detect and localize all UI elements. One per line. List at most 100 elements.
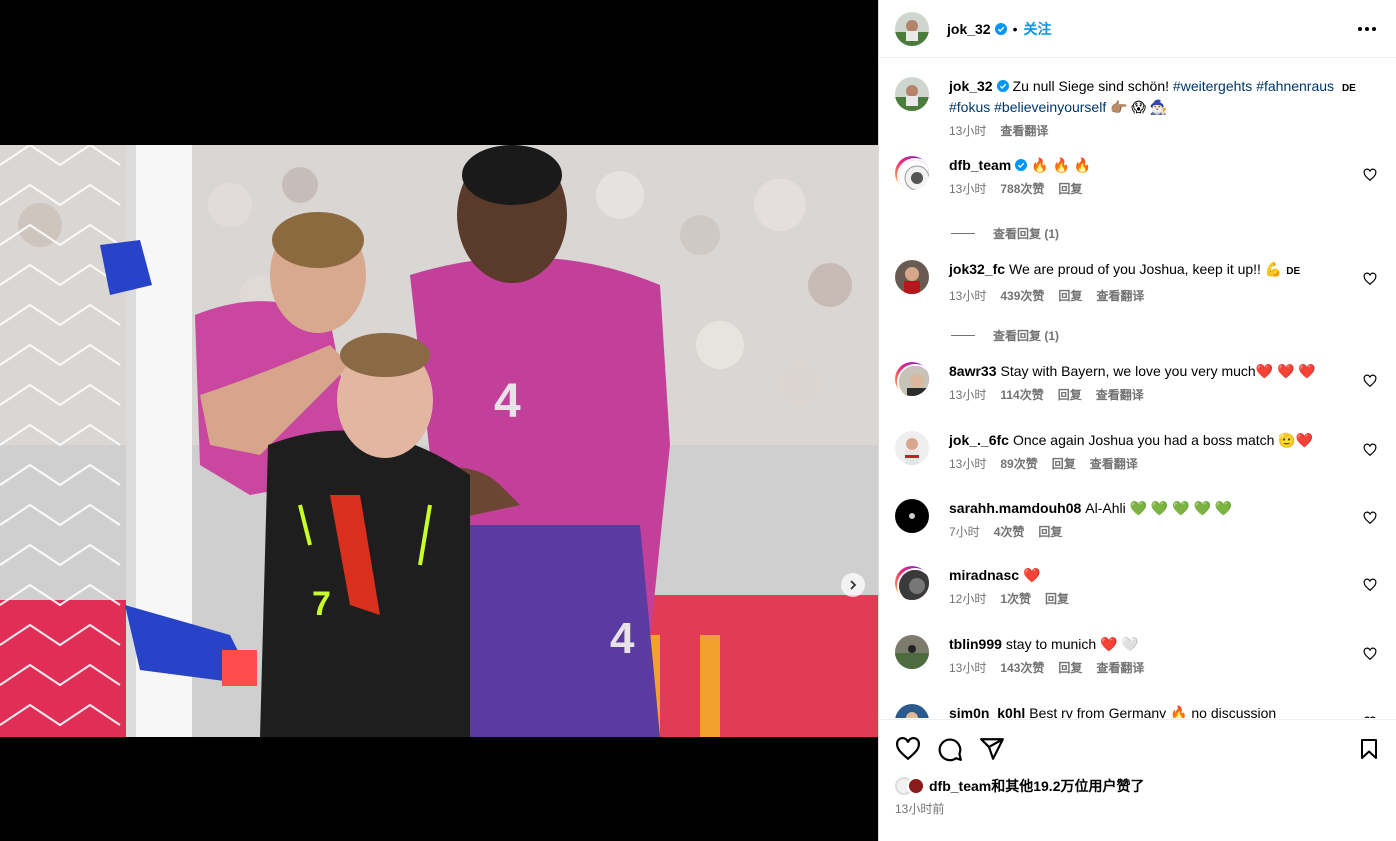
caption-emoji: 👉🏽 😱 🧙🏻‍♂️ xyxy=(1110,99,1168,115)
comment-username[interactable]: miradnasc xyxy=(949,567,1019,583)
caption-time: 13小时 xyxy=(949,124,987,138)
comment-item: jok_._6fc Once again Joshua you had a bos… xyxy=(895,431,1385,472)
author-avatar[interactable] xyxy=(895,11,929,46)
comment-likes[interactable]: 4次赞 xyxy=(994,523,1025,540)
photo-illustration: 4 4 7 xyxy=(0,145,878,737)
save-button[interactable] xyxy=(1357,737,1381,761)
language-badge: DE xyxy=(1341,83,1356,94)
translate-link[interactable]: 查看翻译 xyxy=(1096,287,1144,304)
comment-item: jok32_fc We are proud of you Joshua, keep… xyxy=(895,260,1385,304)
comment-heart-icon[interactable] xyxy=(1363,511,1377,525)
comment-item: miradnasc ❤️ 12小时 1次赞 回复 xyxy=(895,566,1385,607)
comment-time: 13小时 xyxy=(949,388,987,402)
translate-link[interactable]: 查看翻译 xyxy=(1000,122,1048,139)
svg-text:4: 4 xyxy=(494,375,521,428)
comment-text: We are proud of you Joshua, keep it up!!… xyxy=(1009,261,1283,277)
translate-link[interactable]: 查看翻译 xyxy=(1096,659,1144,676)
comment-likes[interactable]: 1次赞 xyxy=(1000,590,1031,607)
view-replies-button[interactable]: 查看回复 (1) xyxy=(951,225,1059,242)
commenter-avatar[interactable] xyxy=(895,499,929,533)
comment-text: ❤️ xyxy=(1023,567,1041,583)
commenter-avatar[interactable] xyxy=(895,704,929,718)
author-username[interactable]: jok_32 xyxy=(947,21,991,37)
reply-button[interactable]: 回复 xyxy=(1045,590,1069,607)
commenter-avatar[interactable] xyxy=(895,156,929,190)
comment-username[interactable]: sarahh.mamdouh08 xyxy=(949,500,1081,516)
follow-button[interactable]: 关注 xyxy=(1024,19,1052,39)
caption-username[interactable]: jok_32 xyxy=(949,78,993,94)
verified-badge-icon xyxy=(996,80,1009,92)
comment-likes[interactable]: 114次赞 xyxy=(1000,386,1043,403)
comment-likes[interactable]: 143次赞 xyxy=(1000,659,1044,676)
share-icon xyxy=(980,737,1004,760)
next-image-button[interactable] xyxy=(841,573,865,597)
post-action-bar xyxy=(879,719,1396,777)
comment-username[interactable]: 8awr33 xyxy=(949,363,996,379)
commenter-avatar[interactable] xyxy=(895,431,929,465)
likes-text[interactable]: dfb_team和其他19.2万位用户赞了 xyxy=(929,776,1144,796)
comment-item: 8awr33 Stay with Bayern, we love you very… xyxy=(895,362,1385,403)
reply-button[interactable]: 回复 xyxy=(1052,455,1076,472)
translate-link[interactable]: 查看翻译 xyxy=(1096,386,1144,403)
reply-button[interactable]: 回复 xyxy=(1058,287,1082,304)
verified-badge-icon xyxy=(1015,159,1028,171)
comment-likes[interactable]: 89次赞 xyxy=(1000,455,1037,472)
comment-heart-icon[interactable] xyxy=(1363,272,1377,286)
comment-heart-icon[interactable] xyxy=(1363,374,1377,388)
heart-icon xyxy=(896,736,920,760)
comment-text: Once again Joshua you had a boss match 🫡… xyxy=(1012,432,1314,448)
commenter-avatar[interactable] xyxy=(895,260,929,294)
comment-time: 13小时 xyxy=(949,457,987,471)
comment-heart-icon[interactable] xyxy=(1363,168,1377,182)
comment-heart-icon[interactable] xyxy=(1363,578,1377,592)
comment-likes[interactable]: 788次赞 xyxy=(1000,180,1044,197)
post-caption: jok_32 Zu null Siege sind schön! #weiterg… xyxy=(895,77,1385,139)
likes-summary[interactable]: dfb_team和其他19.2万位用户赞了 xyxy=(895,776,1144,796)
comment-icon xyxy=(938,737,962,761)
caption-text: Zu null Siege sind schön! xyxy=(1012,78,1170,94)
comments-list[interactable]: jok_32 Zu null Siege sind schön! #weiterg… xyxy=(879,59,1396,718)
reply-button[interactable]: 回复 xyxy=(1058,659,1082,676)
comment-item: sarahh.mamdouh08 Al-Ahli 💚 💚 💚 💚 💚 7小时 4次… xyxy=(895,499,1385,540)
separator-dot: • xyxy=(1012,20,1018,37)
comment-username[interactable]: sim0n_k0hl xyxy=(949,705,1025,718)
hashtag-link[interactable]: #believeinyourself xyxy=(994,99,1106,115)
hashtag-link[interactable]: #fokus xyxy=(949,99,990,115)
commenter-avatar[interactable] xyxy=(895,362,929,396)
reply-button[interactable]: 回复 xyxy=(1058,180,1082,197)
share-button[interactable] xyxy=(979,736,1005,762)
caption-author-avatar[interactable] xyxy=(895,77,929,111)
more-options-icon[interactable] xyxy=(1354,23,1380,35)
post-photo[interactable]: 4 4 7 xyxy=(0,145,878,737)
comment-heart-icon[interactable] xyxy=(1363,716,1377,718)
hashtag-link[interactable]: #fahnenraus xyxy=(1256,78,1334,94)
translate-link[interactable]: 查看翻译 xyxy=(1090,455,1138,472)
comment-heart-icon[interactable] xyxy=(1363,443,1377,457)
view-replies-button[interactable]: 查看回复 (1) xyxy=(951,327,1059,344)
comment-item: dfb_team 🔥 🔥 🔥 13小时 788次赞 回复 xyxy=(895,156,1385,197)
comment-text: Best rv from Germany 🔥 no discussion xyxy=(1029,705,1277,718)
media-viewer: 4 4 7 xyxy=(0,0,878,841)
reply-button[interactable]: 回复 xyxy=(1058,386,1082,403)
comment-time: 13小时 xyxy=(949,661,987,675)
comment-username[interactable]: jok_._6fc xyxy=(949,432,1009,448)
comment-button[interactable] xyxy=(937,736,963,762)
svg-text:4: 4 xyxy=(610,614,635,663)
commenter-avatar[interactable] xyxy=(895,566,929,600)
comment-time: 13小时 xyxy=(949,182,987,196)
hashtag-link[interactable]: #weitergehts xyxy=(1173,78,1252,94)
comment-text: Al-Ahli 💚 💚 💚 💚 💚 xyxy=(1085,500,1233,516)
bookmark-icon xyxy=(1361,738,1377,759)
comment-heart-icon[interactable] xyxy=(1363,647,1377,661)
reply-button[interactable]: 回复 xyxy=(1038,523,1062,540)
comment-username[interactable]: jok32_fc xyxy=(949,261,1005,277)
comment-username[interactable]: dfb_team xyxy=(949,157,1011,173)
comment-item: tblin999 stay to munich ❤️ 🤍 13小时 143次赞 回… xyxy=(895,635,1385,676)
commenter-avatar[interactable] xyxy=(895,635,929,669)
like-button[interactable] xyxy=(895,736,921,762)
comment-username[interactable]: tblin999 xyxy=(949,636,1002,652)
post-timestamp: 13小时前 xyxy=(895,802,945,816)
comment-item: sim0n_k0hl Best rv from Germany 🔥 no disc… xyxy=(895,704,1385,718)
comment-text: Stay with Bayern, we love you very much❤… xyxy=(1000,363,1316,379)
comment-likes[interactable]: 439次赞 xyxy=(1000,287,1044,304)
